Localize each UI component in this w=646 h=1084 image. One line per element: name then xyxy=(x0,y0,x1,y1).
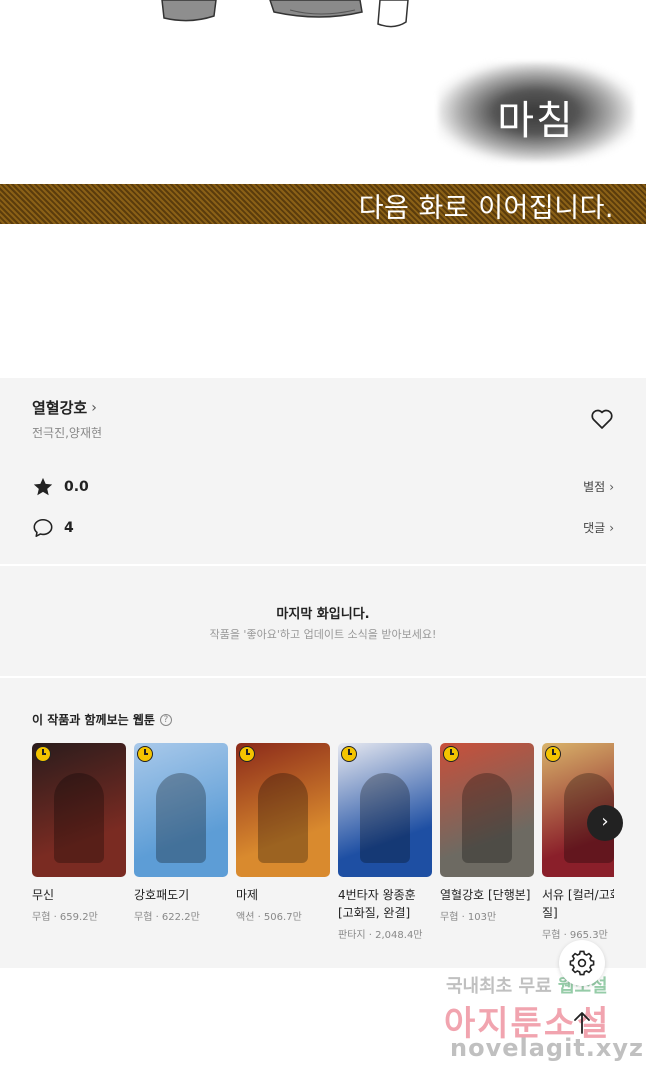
card-title: 열혈강호 [단행본] xyxy=(440,888,531,902)
recommendation-card[interactable]: 무신무협 · 659.2만 xyxy=(32,743,126,923)
help-icon[interactable]: ? xyxy=(159,713,172,726)
card-title: 4번타자 왕종훈 [고화질, 완결] xyxy=(338,888,416,920)
star-icon xyxy=(33,477,53,496)
clock-icon xyxy=(35,746,51,762)
work-title: 열혈강호 xyxy=(32,399,88,417)
recommendation-card[interactable]: 4번타자 왕종훈 [고화질, 완결] 판타지 · 2,048.4만 xyxy=(338,743,432,941)
finish-stamp: 마침 xyxy=(438,62,634,162)
cover-thumbnail xyxy=(236,743,330,877)
last-episode-notice: 마지막 화입니다. 작품을 '좋아요'하고 업데이트 소식을 받아보세요! xyxy=(0,566,646,676)
clock-icon xyxy=(443,746,459,762)
cover-thumbnail xyxy=(338,743,432,877)
comments-row: 4 댓글 › xyxy=(32,516,614,540)
rating-link-label: 별점 xyxy=(583,480,606,494)
carousel-next-button[interactable]: › xyxy=(587,805,623,841)
cover-figure xyxy=(462,773,512,863)
site-watermark: 국내최초 무료 웹소설 아지툰소설 novelagit.xyz xyxy=(430,968,646,1084)
cover-thumbnail xyxy=(440,743,534,877)
card-meta: 판타지 · 2,048.4만 xyxy=(338,930,423,941)
cover-figure xyxy=(258,773,308,863)
comments-link-label: 댓글 xyxy=(583,521,606,535)
cover-figure xyxy=(360,773,410,863)
work-info-section: 열혈강호 › 전극진,양재현 0.0 별점 › 4 댓글 › xyxy=(0,378,646,564)
scroll-top-button[interactable] xyxy=(565,1006,599,1040)
card-title: 서유 [컬러/고화질] xyxy=(542,888,614,920)
chevron-right-icon: › xyxy=(609,520,614,535)
recommendation-card[interactable]: 서유 [컬러/고화질] 무협 · 965.3만 xyxy=(542,743,614,941)
cover-figure xyxy=(54,773,104,863)
work-title-link[interactable]: 열혈강호 › xyxy=(32,397,97,418)
card-meta: 무협 · 659.2만 xyxy=(32,912,98,923)
settings-button[interactable] xyxy=(559,940,605,986)
rating-row: 0.0 별점 › xyxy=(32,475,614,499)
card-meta: 액션 · 506.7만 xyxy=(236,912,302,923)
recommendation-card[interactable]: 마제액션 · 506.7만 xyxy=(236,743,330,923)
card-title: 무신 xyxy=(32,888,55,902)
comment-bubble-icon xyxy=(33,518,53,538)
recommendations-section: 이 작품과 함께보는 웹툰 ? 무신 무협 · 659.2만 강호패도기 무협 · 6… xyxy=(0,678,646,968)
comments-count: 4 xyxy=(64,520,74,536)
recommendations-heading: 이 작품과 함께보는 웹툰 xyxy=(32,713,155,727)
recommendations-carousel: 무신 무협 · 659.2만 강호패도기 무협 · 622.2만 마제 액션 · 506.… xyxy=(32,743,614,953)
card-meta: 무협 · 622.2만 xyxy=(134,912,200,923)
cover-figure xyxy=(156,773,206,863)
card-meta: 무협 · 965.3만 xyxy=(542,930,608,941)
chevron-right-icon: › xyxy=(609,479,614,494)
card-title: 강호패도기 xyxy=(134,888,190,902)
chevron-right-icon: › xyxy=(91,399,97,416)
arrow-up-icon xyxy=(574,1012,590,1034)
watermark-tagline-a: 국내최초 무료 xyxy=(446,976,558,997)
cover-thumbnail xyxy=(134,743,228,877)
rating-link[interactable]: 별점 › xyxy=(583,478,614,495)
comments-link[interactable]: 댓글 › xyxy=(583,519,614,536)
work-authors: 전극진,양재현 xyxy=(32,426,103,440)
clock-icon xyxy=(137,746,153,762)
finish-label: 마침 xyxy=(497,98,575,144)
next-episode-text: 다음 화로 이어집니다. xyxy=(358,193,614,224)
clock-icon xyxy=(341,746,357,762)
card-title: 마제 xyxy=(236,888,259,902)
clock-icon xyxy=(545,746,561,762)
cover-thumbnail xyxy=(32,743,126,877)
character-feet-illustration xyxy=(161,0,409,28)
last-episode-subtitle: 작품을 '좋아요'하고 업데이트 소식을 받아보세요! xyxy=(209,628,437,641)
rating-value: 0.0 xyxy=(64,479,89,495)
watermark-domain: novelagit.xyz xyxy=(450,1034,645,1062)
comic-panel: 마침 다음 화로 이어집니다. xyxy=(0,0,646,378)
recommendation-card[interactable]: 강호패도기무협 · 622.2만 xyxy=(134,743,228,923)
recommendation-card[interactable]: 열혈강호 [단행본] 무협 · 103만 xyxy=(440,743,534,923)
recommendations-header: 이 작품과 함께보는 웹툰 ? xyxy=(32,711,172,728)
gear-icon xyxy=(569,950,595,976)
clock-icon xyxy=(239,746,255,762)
heart-icon[interactable] xyxy=(590,408,614,430)
card-meta: 무협 · 103만 xyxy=(440,912,497,923)
last-episode-title: 마지막 화입니다. xyxy=(276,607,370,622)
next-episode-banner: 다음 화로 이어집니다. xyxy=(0,184,646,224)
